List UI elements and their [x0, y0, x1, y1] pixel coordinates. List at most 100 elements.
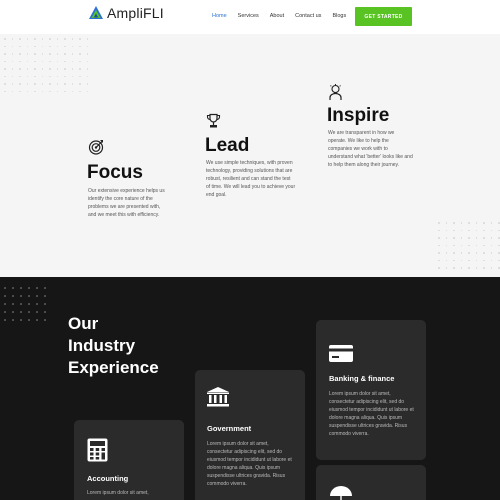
industry-heading-line: Our	[68, 314, 99, 333]
dot	[490, 244, 493, 247]
umbrella-icon	[330, 486, 352, 500]
value-title: Lead	[205, 135, 250, 156]
dot	[438, 222, 440, 224]
dot	[20, 295, 22, 297]
dot	[56, 53, 59, 55]
dot	[483, 229, 485, 232]
dot	[4, 53, 6, 55]
get-started-button[interactable]: GET STARTED	[355, 7, 412, 26]
dot	[34, 53, 36, 55]
industry-card-banking[interactable]: Banking & finance Lorem ipsum dolor sit …	[316, 320, 426, 460]
dot	[41, 53, 44, 55]
dot	[86, 90, 89, 93]
dot	[28, 311, 30, 313]
dot	[460, 222, 463, 224]
dot	[19, 83, 21, 85]
dot	[26, 75, 29, 78]
dot	[19, 68, 21, 70]
dot	[475, 252, 478, 254]
dot	[34, 68, 36, 70]
nav-services[interactable]: Services	[238, 13, 259, 19]
dot	[28, 303, 30, 305]
dot	[468, 237, 470, 239]
dot	[56, 45, 59, 48]
dot	[490, 259, 493, 262]
value-title: Inspire	[327, 105, 390, 126]
industry-section: Our Industry Experience Accounting Lorem…	[0, 277, 500, 500]
dot	[490, 222, 493, 224]
dot	[12, 295, 14, 297]
dot	[453, 244, 455, 247]
site-header: AmpliFLI Home Services About Contact us …	[0, 0, 500, 34]
dot	[20, 303, 22, 305]
dot	[12, 287, 14, 289]
trophy-icon	[206, 113, 221, 128]
logo[interactable]: AmpliFLI	[88, 5, 164, 21]
dot	[445, 259, 448, 262]
dot	[28, 287, 30, 289]
dot	[498, 229, 500, 232]
dot	[36, 287, 38, 289]
dot	[41, 90, 44, 93]
dot	[44, 303, 46, 305]
dot	[71, 90, 74, 93]
dot	[41, 68, 44, 70]
dot	[44, 311, 46, 313]
dot	[460, 237, 463, 239]
dot	[64, 75, 66, 78]
dot	[498, 252, 500, 254]
dot	[56, 90, 59, 93]
dot	[11, 53, 14, 55]
dot	[12, 311, 14, 313]
dot	[11, 38, 14, 40]
dot	[498, 267, 500, 269]
dot	[19, 38, 21, 40]
card-title: Banking & finance	[329, 374, 395, 383]
dot	[64, 83, 66, 85]
values-section: Focus Our extensive experience helps us …	[0, 34, 500, 277]
industry-card-government[interactable]: Government Lorem ipsum dolor sit amet, c…	[195, 370, 305, 500]
card-text: Lorem ipsum dolor sit amet, consectetur …	[329, 391, 414, 437]
dot	[445, 244, 448, 247]
industry-card-accounting[interactable]: Accounting Lorem ipsum dolor sit amet,	[74, 420, 184, 500]
dot	[64, 68, 66, 70]
dot	[498, 222, 500, 224]
industry-card-insurance[interactable]	[316, 465, 426, 500]
dot	[49, 38, 51, 40]
dot	[26, 83, 29, 85]
dot	[11, 90, 14, 93]
dot	[445, 229, 448, 232]
dot	[71, 60, 74, 63]
dot	[56, 60, 59, 63]
dot	[71, 38, 74, 40]
dot	[86, 60, 89, 63]
dot	[460, 267, 463, 269]
dot	[4, 303, 6, 305]
nav-blogs[interactable]: Blogs	[332, 13, 346, 19]
dot	[34, 75, 36, 78]
dot	[64, 90, 66, 93]
dot	[4, 75, 6, 78]
logo-text: AmpliFLI	[107, 5, 164, 21]
dot	[11, 45, 14, 48]
dot	[79, 53, 81, 55]
dot	[41, 38, 44, 40]
nav-contact-us[interactable]: Contact us	[295, 13, 321, 19]
dot	[490, 252, 493, 254]
dot	[453, 252, 455, 254]
dot	[71, 68, 74, 70]
dot	[41, 60, 44, 63]
card-title: Government	[207, 424, 252, 433]
credit-card-icon	[329, 345, 353, 362]
nav-about[interactable]: About	[270, 13, 284, 19]
dot	[28, 319, 30, 321]
dot	[56, 68, 59, 70]
nav-home[interactable]: Home	[212, 13, 227, 19]
dot	[64, 45, 66, 48]
dot	[64, 60, 66, 63]
card-text: Lorem ipsum dolor sit amet, consectetur …	[207, 441, 292, 487]
dot	[11, 75, 14, 78]
dot	[79, 90, 81, 93]
dot	[4, 45, 6, 48]
dot	[468, 244, 470, 247]
